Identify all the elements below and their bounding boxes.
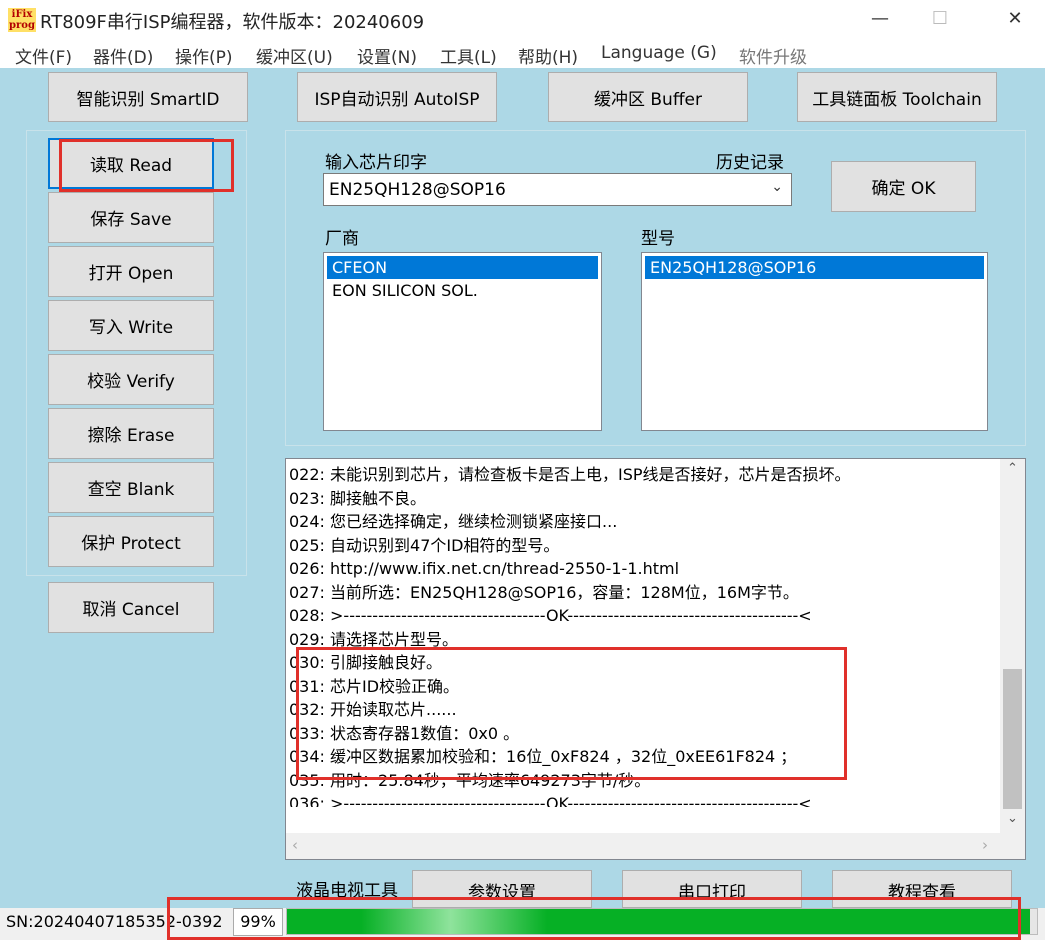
- menu-help[interactable]: 帮助(H): [518, 43, 578, 68]
- highlight-read: [59, 139, 234, 192]
- cancel-button[interactable]: 取消 Cancel: [48, 582, 214, 633]
- menu-buffer[interactable]: 缓冲区(U): [256, 43, 333, 68]
- scroll-down-icon[interactable]: ⌄: [1000, 811, 1025, 833]
- write-button[interactable]: 写入 Write: [48, 300, 214, 351]
- protect-button[interactable]: 保护 Protect: [48, 516, 214, 567]
- window-title: RT809F串行ISP编程器，软件版本：20240609: [40, 12, 425, 33]
- title-bar: iFix prog RT809F串行ISP编程器，软件版本：20240609 — …: [0, 0, 1051, 38]
- log-line: 036: >----------------------------------…: [289, 794, 812, 807]
- log-vertical-scrollbar[interactable]: ⌃ ⌄: [1000, 459, 1025, 833]
- log-line: 024: 您已经选择确定，继续检测锁紧座接口...: [289, 512, 618, 531]
- chip-input-value: EN25QH128@SOP16: [329, 179, 506, 200]
- model-label: 型号: [641, 229, 675, 249]
- menu-device[interactable]: 器件(D): [93, 43, 153, 68]
- model-item[interactable]: EN25QH128@SOP16: [645, 256, 984, 279]
- log-line: 025: 自动识别到47个ID相符的型号。: [289, 535, 560, 555]
- log-line: 026: http://www.ifix.net.cn/thread-2550-…: [289, 559, 680, 578]
- open-button[interactable]: 打开 Open: [48, 246, 214, 297]
- smartid-button[interactable]: 智能识别 SmartID: [48, 72, 248, 122]
- app-logo: iFix prog: [8, 8, 36, 32]
- vendor-list[interactable]: CFEON EON SILICON SOL.: [323, 252, 602, 431]
- scroll-right-icon[interactable]: ›: [982, 836, 988, 854]
- scroll-left-icon[interactable]: ‹: [292, 836, 298, 854]
- minimize-button[interactable]: —: [855, 0, 905, 38]
- log-line: 022: 未能识别到芯片，请检查板卡是否上电，ISP线是否接好，芯片是否损坏。: [289, 465, 851, 484]
- verify-button[interactable]: 校验 Verify: [48, 354, 214, 405]
- history-label: 历史记录: [716, 153, 784, 173]
- menu-upgrade[interactable]: 软件升级: [739, 43, 807, 68]
- highlight-progress: [167, 897, 1021, 940]
- close-button[interactable]: ✕: [990, 0, 1040, 38]
- menu-tools[interactable]: 工具(L): [440, 43, 497, 68]
- scroll-corner: [1000, 833, 1025, 859]
- erase-button[interactable]: 擦除 Erase: [48, 408, 214, 459]
- scroll-up-icon[interactable]: ⌃: [1000, 461, 1025, 483]
- save-button[interactable]: 保存 Save: [48, 192, 214, 243]
- log-horizontal-scrollbar[interactable]: ‹ ›: [286, 833, 1000, 859]
- menu-settings[interactable]: 设置(N): [357, 43, 417, 68]
- highlight-read-log: [296, 647, 847, 780]
- chip-input-combo[interactable]: EN25QH128@SOP16 ⌄: [323, 173, 792, 206]
- chip-input-label: 输入芯片印字: [325, 153, 427, 173]
- blank-button[interactable]: 查空 Blank: [48, 462, 214, 513]
- log-line: 027: 当前所选：EN25QH128@SOP16，容量：128M位，16M字节…: [289, 582, 799, 602]
- toolchain-button[interactable]: 工具链面板 Toolchain: [797, 72, 997, 122]
- autoisp-button[interactable]: ISP自动识别 AutoISP: [297, 72, 497, 122]
- menu-operation[interactable]: 操作(P): [175, 43, 233, 68]
- buffer-button[interactable]: 缓冲区 Buffer: [548, 72, 748, 122]
- log-line: 028: >----------------------------------…: [289, 606, 812, 625]
- menu-language[interactable]: Language (G): [601, 43, 717, 63]
- menu-bar: 文件(F) 器件(D) 操作(P) 缓冲区(U) 设置(N) 工具(L) 帮助(…: [0, 38, 1051, 68]
- vendor-item[interactable]: EON SILICON SOL.: [327, 279, 598, 302]
- log-line: 023: 脚接触不良。: [289, 488, 427, 508]
- ok-button[interactable]: 确定 OK: [831, 161, 976, 212]
- menu-file[interactable]: 文件(F): [15, 43, 72, 68]
- vendor-item[interactable]: CFEON: [327, 256, 598, 279]
- chevron-down-icon[interactable]: ⌄: [771, 179, 783, 195]
- maximize-button[interactable]: ☐: [915, 0, 965, 38]
- model-list[interactable]: EN25QH128@SOP16: [641, 252, 988, 431]
- scroll-thumb[interactable]: [1003, 669, 1022, 809]
- vendor-label: 厂商: [325, 229, 359, 249]
